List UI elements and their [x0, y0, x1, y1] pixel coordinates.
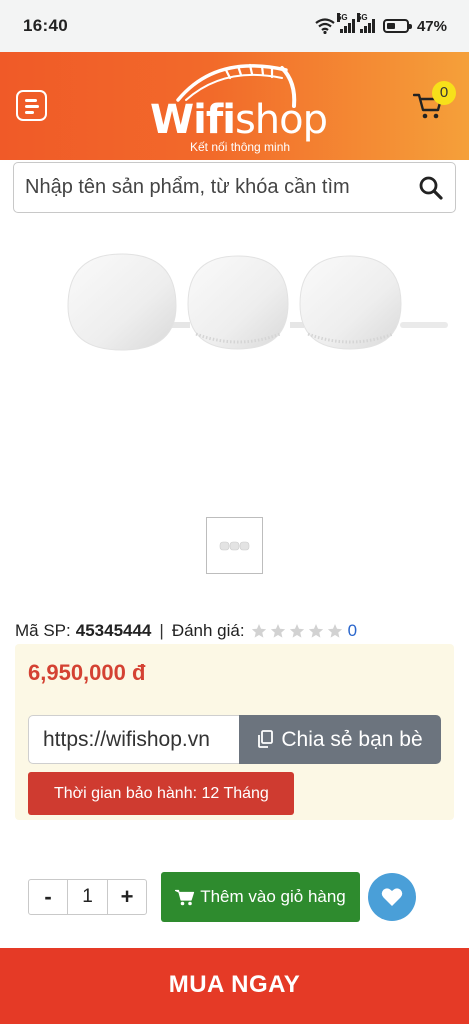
star-icon[interactable]	[270, 623, 286, 639]
star-icon[interactable]	[251, 623, 267, 639]
quantity-stepper: - +	[28, 879, 147, 915]
star-icon[interactable]	[289, 623, 305, 639]
battery-icon	[382, 19, 412, 33]
wifishop-logo[interactable]: Wifishop Kết nối thông minh	[146, 60, 328, 156]
copy-icon	[258, 730, 274, 748]
wifi-icon	[315, 18, 335, 34]
quantity-decrease-button[interactable]: -	[29, 880, 67, 914]
logo-tagline: Kết nối thông minh	[190, 140, 291, 154]
signal-icon-2: 5G	[356, 13, 375, 33]
star-icon[interactable]	[327, 623, 343, 639]
product-thumbnail[interactable]	[206, 517, 263, 574]
add-to-cart-label: Thêm vào giỏ hàng	[200, 887, 346, 906]
sku-value: 45345444	[75, 621, 152, 640]
rating-count[interactable]: 0	[348, 621, 357, 641]
rating-label: Đánh giá:	[171, 621, 245, 640]
price-box: 6,950,000 đ Chia sẻ bạn bè Thời gian bảo…	[15, 644, 454, 820]
cart-count-badge: 0	[432, 81, 456, 105]
product-image[interactable]	[60, 246, 452, 358]
thumbnail-image	[219, 541, 250, 551]
product-price: 6,950,000 đ	[28, 660, 146, 685]
menu-icon[interactable]	[16, 90, 47, 121]
status-time: 16:40	[23, 16, 68, 35]
star-icon[interactable]	[308, 623, 324, 639]
search-bar	[13, 162, 456, 213]
site-header: Wifishop Kết nối thông minh 0	[0, 52, 469, 160]
heart-icon	[381, 888, 403, 906]
signal-icon: 5G	[336, 13, 355, 33]
product-page: 16:40 5G 5G 47% Wifishop Kết nối thông m…	[0, 0, 469, 1024]
buy-now-button[interactable]: MUA NGAY	[0, 948, 469, 1024]
quantity-increase-button[interactable]: +	[108, 880, 146, 914]
meta-separator: |	[159, 621, 164, 640]
battery-percent: 47%	[416, 17, 447, 35]
cart-icon-small	[175, 889, 195, 905]
share-button[interactable]: Chia sẻ bạn bè	[239, 715, 441, 764]
share-button-label: Chia sẻ bạn bè	[281, 727, 423, 751]
wishlist-button[interactable]	[368, 873, 416, 921]
search-input[interactable]	[15, 164, 405, 211]
product-meta: Mã SP: 45345444 | Đánh giá: 0	[15, 620, 357, 642]
rating-stars[interactable]	[251, 623, 343, 639]
share-url-field[interactable]	[28, 715, 240, 764]
add-to-cart-button[interactable]: Thêm vào giỏ hàng	[161, 872, 360, 922]
search-icon[interactable]	[417, 174, 445, 202]
status-icons: 5G 5G 47%	[315, 13, 447, 35]
logo-wordmark: Wifishop	[150, 97, 328, 143]
warranty-badge: Thời gian bảo hành: 12 Tháng	[28, 772, 294, 815]
quantity-input[interactable]	[67, 880, 108, 914]
sku-label: Mã SP:	[15, 621, 71, 640]
status-bar: 16:40 5G 5G 47%	[0, 0, 469, 52]
